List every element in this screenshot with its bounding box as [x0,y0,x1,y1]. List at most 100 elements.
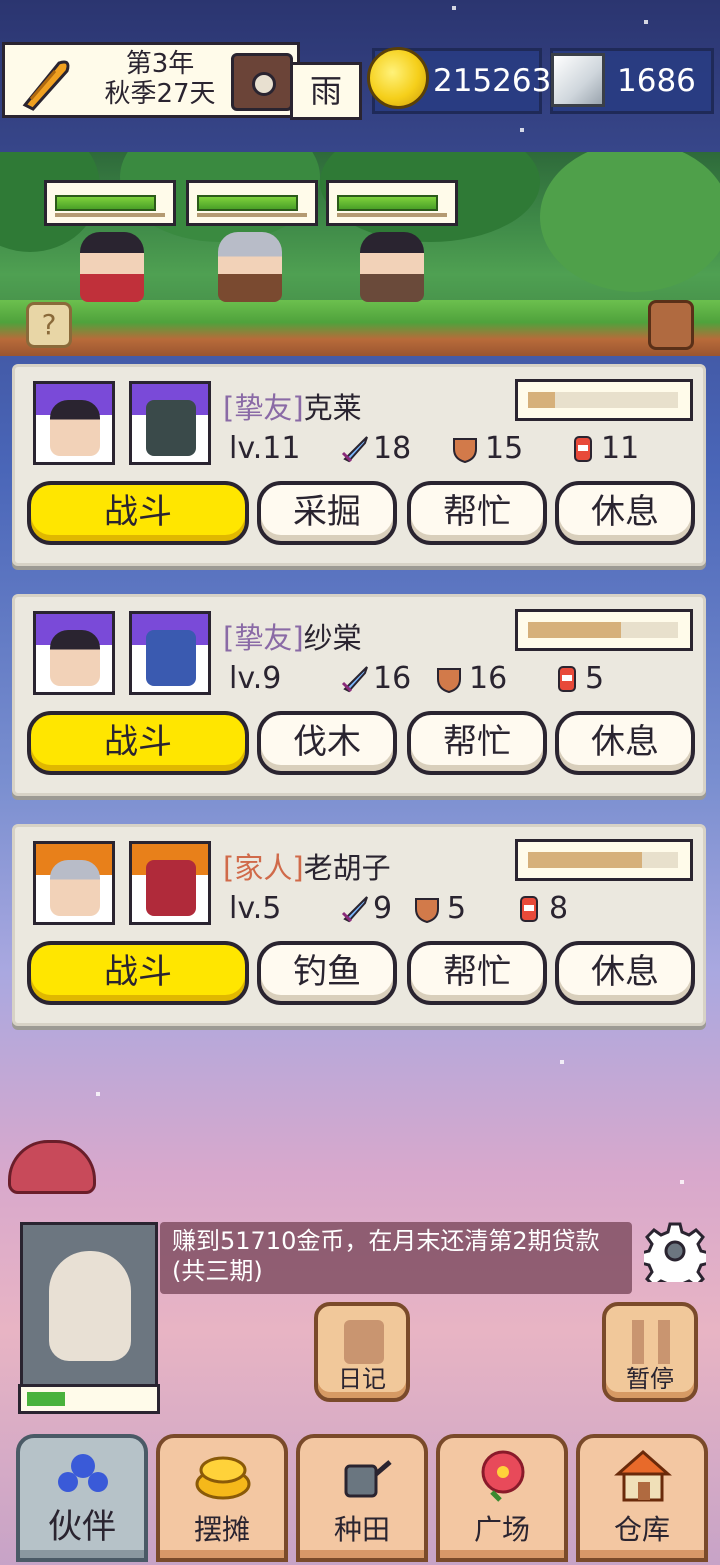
work-button[interactable]: 伐木 [257,711,397,775]
partner-sprite[interactable] [360,232,424,302]
relation-tag: [挚友] [223,621,304,655]
hp-fill [55,195,157,211]
gem-counter: 1686 [550,48,714,114]
nav-label: 种田 [333,1513,390,1546]
skill-icon [146,630,196,686]
partner-sprite[interactable] [80,232,144,302]
skill-slot[interactable] [129,381,211,465]
shield-icon [437,668,461,693]
npc-energy-bar [18,1384,160,1414]
partner-sprite[interactable] [218,232,282,302]
season-day-label: 秋季27天 [104,79,216,109]
year-label: 第3年 [125,49,195,79]
quill-icon [22,60,70,111]
hp-fill [197,195,299,211]
partner-name: 克莱 [303,391,362,425]
sword-icon [341,436,368,463]
clock-icon [231,53,293,111]
rest-button[interactable]: 休息 [555,711,695,775]
settings-gear-icon[interactable] [644,1220,706,1282]
fight-button[interactable]: 战斗 [27,941,249,1005]
defense-value: 15 [485,431,524,466]
crab-icon [8,1140,96,1194]
nav-label: 广场 [473,1513,530,1546]
affection-bar [515,839,693,881]
affection-bar [515,379,693,421]
sword-icon [341,896,368,923]
npc-face [49,1251,131,1361]
attack-value: 18 [373,431,412,466]
forest-scene: ? [0,152,720,356]
nav-label: 摆摊 [193,1513,250,1546]
rest-button[interactable]: 休息 [555,481,695,545]
help-button[interactable]: 帮忙 [407,481,547,545]
bag-icon[interactable] [648,300,694,350]
pause-button[interactable]: 暂停 [602,1302,698,1402]
house-icon [614,1450,672,1502]
sword-icon [341,666,368,693]
skill-slot[interactable] [129,611,211,695]
attack-value: 16 [373,661,412,696]
nav-stall[interactable]: 摆摊 [156,1434,288,1562]
partners-icon [58,1454,108,1492]
help-button[interactable]: 帮忙 [407,941,547,1005]
nav-label: 伙伴 [48,1507,116,1547]
affection-fill [528,392,555,408]
relation-tag: [挚友] [223,391,304,425]
partner-hp-bar [326,180,458,226]
fight-button[interactable]: 战斗 [27,481,249,545]
weather-label: 雨 [290,62,362,120]
partner-face [50,630,100,686]
gold-amount: 215263 [433,63,552,99]
nav-label: 仓库 [613,1513,670,1546]
nav-warehouse[interactable]: 仓库 [576,1434,708,1562]
gold-counter: 215263 [367,47,551,114]
fight-button[interactable]: 战斗 [27,711,249,775]
defense-value: 5 [447,891,467,926]
partner-portrait[interactable] [33,841,115,925]
rest-button[interactable]: 休息 [555,941,695,1005]
stamina-icon [558,666,576,692]
partner-portrait[interactable] [33,611,115,695]
objective-message: 赚到51710金币，在月末还清第2期贷款(共三期) [160,1222,632,1294]
help-button[interactable]: ? [26,302,72,348]
work-button[interactable]: 钓鱼 [257,941,397,1005]
help-button[interactable]: 帮忙 [407,711,547,775]
skill-icon [146,400,196,456]
silver-gem-icon [551,53,605,107]
shield-icon [415,898,439,923]
coins-icon [195,1456,251,1500]
nav-partners[interactable]: 伙伴 [16,1434,148,1562]
diary-label: 日记 [338,1365,386,1393]
gem-amount: 1686 [617,63,696,99]
pause-label: 暂停 [626,1365,674,1393]
partner-hp-bar [186,180,318,226]
date-panel[interactable]: 第3年 秋季27天 [2,42,300,118]
defense-value: 16 [469,661,508,696]
level-label: lv.9 [229,661,282,696]
shield-icon [453,438,477,463]
affection-fill [528,622,621,638]
npc-energy-fill [27,1392,66,1406]
affection-fill [528,852,642,868]
partner-face [50,860,100,916]
work-button[interactable]: 采掘 [257,481,397,545]
partner-hp-bar [44,180,176,226]
flower-icon [481,1450,525,1502]
partner-name: 纱棠 [303,621,362,655]
skill-slot[interactable] [129,841,211,925]
stamina-icon [574,436,592,462]
skill-icon [146,860,196,916]
nav-plaza[interactable]: 广场 [436,1434,568,1562]
partner-portrait[interactable] [33,381,115,465]
diary-button[interactable]: 日记 [314,1302,410,1402]
diary-icon [344,1320,384,1364]
relation-tag: [家人] [223,851,304,885]
npc-portrait[interactable] [20,1222,158,1390]
stamina-value: 8 [549,891,569,926]
partner-card: [挚友]纱棠 lv.9 16 16 5 战斗 伐木 帮忙 休息 [12,594,706,796]
partner-card: [家人]老胡子 lv.5 9 5 8 战斗 钓鱼 帮忙 休息 [12,824,706,1026]
level-label: lv.5 [229,891,282,926]
stamina-value: 11 [601,431,640,466]
nav-farm[interactable]: 种田 [296,1434,428,1562]
